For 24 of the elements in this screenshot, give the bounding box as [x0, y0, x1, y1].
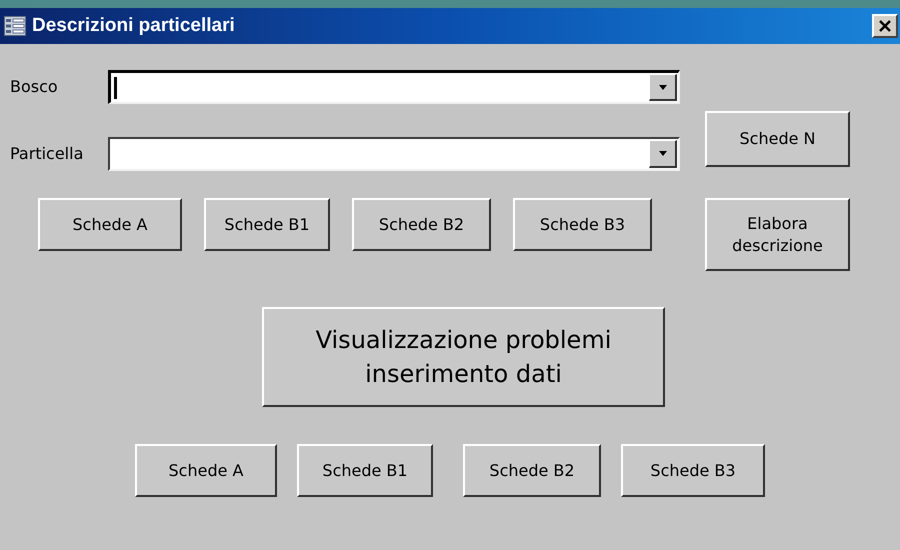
schede-n-button[interactable]: Schede N: [705, 111, 850, 167]
problems-button[interactable]: Visualizzazione problemi inserimento dati: [262, 307, 665, 407]
close-icon: [879, 20, 891, 32]
schede-button[interactable]: Schede B2: [352, 198, 491, 251]
schede-button[interactable]: Schede B1: [297, 444, 433, 497]
schede-button[interactable]: Schede A: [38, 198, 182, 251]
elabora-descrizione-button[interactable]: Elabora descrizione: [705, 198, 850, 271]
window-title: Descrizioni particellari: [32, 14, 235, 38]
combo-box[interactable]: [108, 137, 680, 171]
field-label: Bosco: [9, 76, 59, 98]
field-label: Particella: [9, 143, 84, 165]
form-icon: [4, 16, 26, 36]
text-cursor: [114, 76, 117, 98]
combo-box[interactable]: [108, 70, 680, 104]
schede-button[interactable]: Schede A: [135, 444, 277, 497]
schede-button[interactable]: Schede B3: [621, 444, 765, 497]
close-button[interactable]: [872, 14, 898, 38]
caret-icon: [658, 151, 666, 156]
schede-button[interactable]: Schede B1: [204, 198, 330, 251]
schede-button[interactable]: Schede B2: [463, 444, 601, 497]
schede-button[interactable]: Schede B3: [513, 198, 652, 251]
caret-icon: [658, 84, 666, 90]
dropdown-button[interactable]: [649, 140, 677, 168]
dropdown-button[interactable]: [649, 74, 677, 101]
